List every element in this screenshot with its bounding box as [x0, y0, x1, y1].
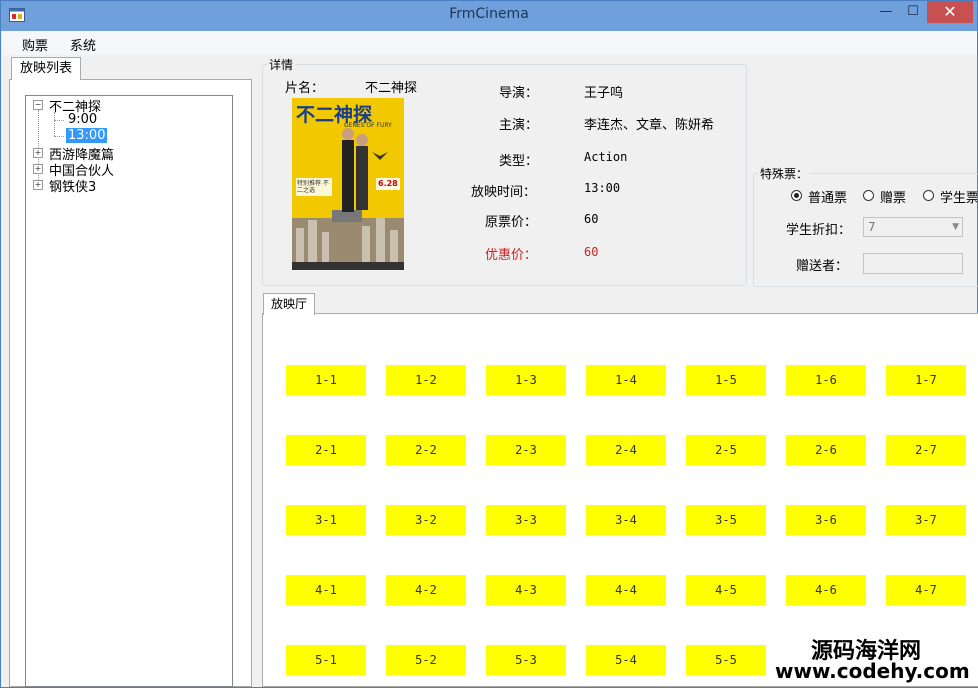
radio-regular-ticket[interactable]	[791, 190, 802, 201]
expand-icon[interactable]: +	[33, 148, 43, 158]
app-window: FrmCinema — ☐ ✕ 购票 系统 放映列表 − 不二神探 9:00 1…	[0, 0, 978, 688]
student-discount-label: 学生折扣：	[786, 223, 852, 238]
seat-button[interactable]: 4-7	[886, 575, 966, 605]
tab-screening-list[interactable]: 放映列表	[11, 57, 81, 80]
details-group-title: 详情	[267, 56, 296, 73]
screening-tree[interactable]: − 不二神探 9:00 13:00 + 西游降魔篇 + 中国合伙人 + 钢铁侠3	[25, 95, 233, 687]
regular-ticket-label[interactable]: 普通票	[808, 187, 847, 206]
seat-button[interactable]: 1-2	[386, 365, 466, 395]
seat-button[interactable]: 1-6	[786, 365, 866, 395]
type-label: 类型：	[499, 154, 539, 169]
tree-node-showtime[interactable]: 9:00	[68, 112, 97, 127]
seat-button[interactable]: 4-4	[586, 575, 666, 605]
title-bar[interactable]: FrmCinema — ☐ ✕	[1, 1, 977, 31]
tab-hall[interactable]: 放映厅	[263, 293, 315, 315]
expand-icon[interactable]: +	[33, 180, 43, 190]
menu-bar: 购票 系统	[2, 31, 977, 55]
expand-icon[interactable]: +	[33, 164, 43, 174]
chevron-down-icon: ▼	[952, 222, 959, 232]
seat-button[interactable]: 3-6	[786, 505, 866, 535]
special-ticket-group-title: 特殊票：	[758, 165, 811, 182]
student-ticket-label[interactable]: 学生票	[940, 191, 977, 206]
seat-button[interactable]: 2-3	[486, 435, 566, 465]
minimize-button[interactable]: —	[873, 1, 899, 23]
student-discount-select[interactable]: 7 ▼	[863, 217, 963, 237]
seat-button[interactable]: 3-1	[286, 505, 366, 535]
seat-button[interactable]: 3-7	[886, 505, 966, 535]
seat-button[interactable]: 2-7	[886, 435, 966, 465]
movie-name-label: 片名：	[285, 81, 325, 96]
director-value: 王子呜	[584, 86, 624, 101]
menu-system[interactable]: 系统	[70, 35, 96, 54]
actors-label: 主演：	[499, 118, 539, 133]
seat-button[interactable]: 1-1	[286, 365, 366, 395]
original-price-label: 原票价：	[485, 215, 538, 230]
seat-button[interactable]: 4-2	[386, 575, 466, 605]
seat-button[interactable]: 1-3	[486, 365, 566, 395]
maximize-button[interactable]: ☐	[899, 1, 927, 23]
poster-date: 6.28	[378, 179, 398, 188]
seat-button[interactable]: 5-4	[586, 645, 666, 675]
seat-button[interactable]: 4-3	[486, 575, 566, 605]
seat-button[interactable]: 3-5	[686, 505, 766, 535]
seat-button[interactable]: 4-5	[686, 575, 766, 605]
seat-button[interactable]: 2-1	[286, 435, 366, 465]
tree-node-movie[interactable]: 钢铁侠3	[49, 176, 96, 195]
seat-button[interactable]: 5-1	[286, 645, 366, 675]
window-title: FrmCinema	[449, 6, 529, 22]
student-discount-value: 7	[868, 220, 876, 234]
seat-button[interactable]: 2-4	[586, 435, 666, 465]
director-label: 导演：	[499, 86, 539, 101]
seat-button[interactable]: 2-5	[686, 435, 766, 465]
discount-price-value: 60	[584, 245, 599, 259]
gift-ticket-label[interactable]: 赠票	[880, 187, 906, 206]
close-button[interactable]: ✕	[927, 1, 973, 23]
seat-button[interactable]: 1-4	[586, 365, 666, 395]
collapse-icon[interactable]: −	[33, 100, 43, 110]
giver-input[interactable]	[863, 253, 963, 274]
seat-button[interactable]: 1-5	[686, 365, 766, 395]
poster-subtitle: GENES OF FURY	[344, 122, 392, 129]
giver-label: 赠送者：	[796, 259, 849, 274]
seat-button[interactable]: 5-2	[386, 645, 466, 675]
seat-button[interactable]: 4-1	[286, 575, 366, 605]
tree-connector	[54, 112, 55, 136]
type-value: Action	[584, 150, 628, 164]
showtime-label: 放映时间：	[471, 185, 537, 200]
seat-button[interactable]: 5-5	[686, 645, 766, 675]
seat-button[interactable]: 3-3	[486, 505, 566, 535]
seat-button[interactable]: 2-2	[386, 435, 466, 465]
actors-value: 李连杰、文章、陈妍希	[584, 118, 715, 133]
seat-button[interactable]: 2-6	[786, 435, 866, 465]
watermark-url: www.codehy.com	[775, 659, 970, 683]
watermark: 源码海洋网 www.codehy.com	[771, 631, 977, 687]
poster-tag: 特别推荐 不二之选	[297, 180, 329, 194]
seat-button[interactable]: 4-6	[786, 575, 866, 605]
movie-poster: 不二神探 GENES OF FURY 特别推荐 不二之选 6.28	[292, 98, 404, 270]
tree-connector	[54, 120, 64, 121]
seat-button[interactable]: 1-7	[886, 365, 966, 395]
radio-gift-ticket[interactable]	[863, 190, 874, 201]
seat-button[interactable]: 3-2	[386, 505, 466, 535]
discount-price-label: 优惠价：	[485, 248, 538, 263]
tree-node-showtime-selected[interactable]: 13:00	[66, 128, 108, 143]
seat-button[interactable]: 3-4	[586, 505, 666, 535]
menu-buy-tickets[interactable]: 购票	[22, 35, 48, 54]
seat-button[interactable]: 5-3	[486, 645, 566, 675]
original-price-value: 60	[584, 212, 599, 226]
student-ticket-label-clip: 学生票	[940, 187, 977, 206]
showtime-value: 13:00	[584, 181, 621, 195]
radio-student-ticket[interactable]	[923, 190, 934, 201]
movie-name-value: 不二神探	[365, 81, 418, 96]
tree-connector	[54, 136, 64, 137]
